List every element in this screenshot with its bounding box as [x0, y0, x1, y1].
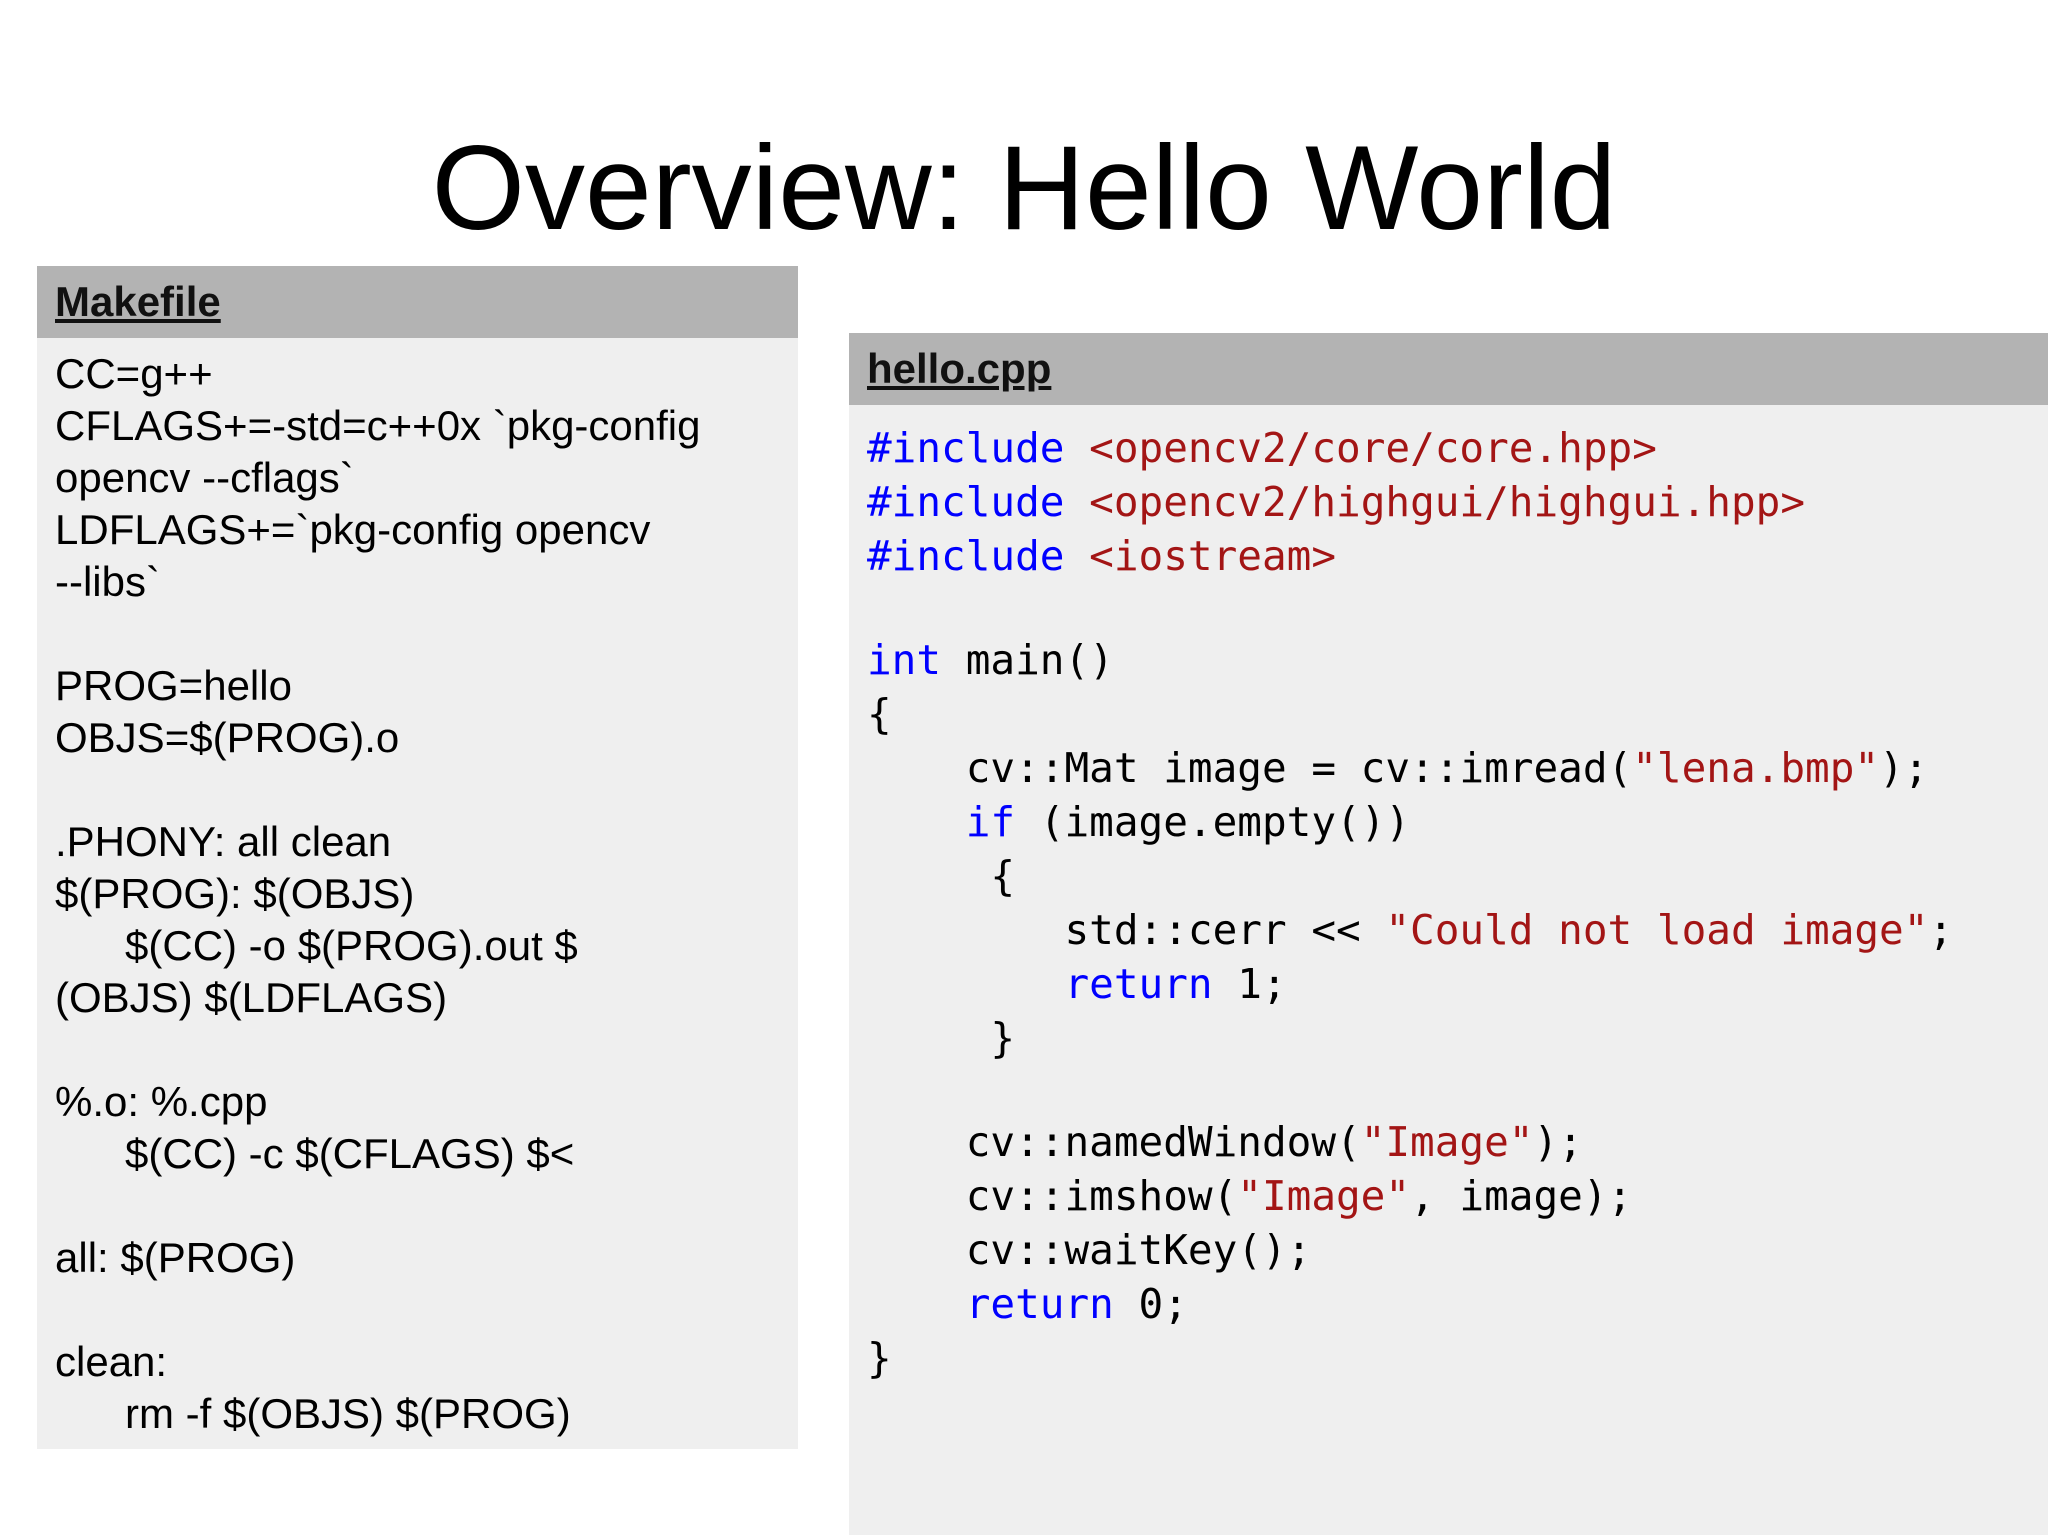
makefile-line: $(CC) -c $(CFLAGS) $< [55, 1130, 575, 1177]
code-string: <iostream> [1089, 532, 1337, 580]
makefile-line: $(CC) -o $(PROG).out $ [55, 922, 578, 969]
code-keyword: int [867, 636, 942, 684]
code-line: } [867, 1331, 2048, 1385]
code-text: } [867, 1014, 1016, 1062]
code-text: ); [1533, 1118, 1583, 1166]
code-text: { [867, 690, 892, 738]
code-text: std::cerr << [867, 906, 1386, 954]
makefile-line: --libs` [55, 558, 160, 605]
slide-title: Overview: Hello World [431, 121, 1617, 255]
code-text: 1; [1212, 960, 1287, 1008]
makefile-header: Makefile [37, 266, 798, 338]
makefile-line: opencv --cflags` [55, 454, 354, 501]
code-line: cv::Mat image = cv::imread("lena.bmp"); [867, 741, 2048, 795]
makefile-line: (OBJS) $(LDFLAGS) [55, 974, 448, 1021]
code-string: "Image" [1360, 1118, 1534, 1166]
code-string: <opencv2/core/core.hpp> [1089, 424, 1657, 472]
code-text: { [867, 852, 1016, 900]
makefile-line: $(PROG): $(OBJS) [55, 870, 415, 917]
code-text: cv::namedWindow( [867, 1118, 1361, 1166]
makefile-line [55, 1284, 780, 1336]
makefile-line: clean: [55, 1338, 168, 1385]
cpp-panel: hello.cpp #include <opencv2/core/core.hp… [849, 333, 2048, 1535]
code-line: cv::namedWindow("Image"); [867, 1115, 2048, 1169]
makefile-line: LDFLAGS+=`pkg-config opencv [55, 506, 651, 553]
makefile-line: rm -f $(OBJS) $(PROG) [55, 1390, 571, 1437]
code-text: main() [941, 636, 1114, 684]
code-string: "Could not load image" [1385, 906, 1929, 954]
makefile-code: CC=g++ CFLAGS+=-std=c++0x `pkg-config open… [37, 338, 798, 1440]
code-line: return 0; [867, 1277, 2048, 1331]
makefile-line [55, 1024, 780, 1076]
code-line: cv::imshow("Image", image); [867, 1169, 2048, 1223]
code-line: int main() [867, 633, 2048, 687]
makefile-line: %.o: %.cpp [55, 1078, 268, 1125]
code-text: cv::Mat image = cv::imread( [867, 744, 1633, 792]
makefile-line: .PHONY: all clean [55, 818, 392, 865]
code-line: std::cerr << "Could not load image"; [867, 903, 2048, 957]
code-string: "lena.bmp" [1632, 744, 1880, 792]
code-line: cv::waitKey(); [867, 1223, 2048, 1277]
code-keyword: if [965, 798, 1016, 846]
code-text: (image.empty()) [1015, 798, 1411, 846]
makefile-line: OBJS=$(PROG).o [55, 714, 400, 761]
code-keyword: #include [867, 532, 1065, 580]
code-string: "Image" [1237, 1172, 1411, 1220]
code-text: ); [1879, 744, 1929, 792]
makefile-line [55, 608, 780, 660]
code-text: 0; [1113, 1280, 1188, 1328]
makefile-line: PROG=hello [55, 662, 292, 709]
makefile-line [55, 1180, 780, 1232]
code-keyword: #include [867, 424, 1065, 472]
code-string: <opencv2/highgui/highgui.hpp> [1089, 478, 1806, 526]
code-line: } [867, 1011, 2048, 1065]
code-text: } [867, 1334, 892, 1382]
cpp-header: hello.cpp [849, 333, 2048, 405]
code-line: return 1; [867, 957, 2048, 1011]
makefile-panel: Makefile CC=g++ CFLAGS+=-std=c++0x `pkg-c… [37, 266, 798, 1449]
code-line: if (image.empty()) [867, 795, 2048, 849]
code-line: #include <opencv2/highgui/highgui.hpp> [867, 475, 2048, 529]
code-text: ; [1928, 906, 1954, 954]
makefile-line: CC=g++ [55, 350, 213, 397]
makefile-line: all: $(PROG) [55, 1234, 296, 1281]
code-text: cv::waitKey(); [867, 1226, 1312, 1274]
code-keyword: return [965, 1280, 1114, 1328]
cpp-code: #include <opencv2/core/core.hpp> #include… [849, 421, 2048, 1385]
code-text: , image); [1410, 1172, 1633, 1220]
cpp-header-label: hello.cpp [867, 345, 1052, 392]
code-line: { [867, 687, 2048, 741]
makefile-line: CFLAGS+=-std=c++0x `pkg-config [55, 402, 701, 449]
code-line: #include <iostream> [867, 529, 2048, 583]
code-keyword: #include [867, 478, 1065, 526]
code-line: { [867, 849, 2048, 903]
code-keyword: return [1064, 960, 1213, 1008]
code-text: cv::imshow( [867, 1172, 1238, 1220]
makefile-line [55, 764, 780, 816]
code-line: #include <opencv2/core/core.hpp> [867, 421, 2048, 475]
makefile-header-label: Makefile [55, 278, 221, 325]
